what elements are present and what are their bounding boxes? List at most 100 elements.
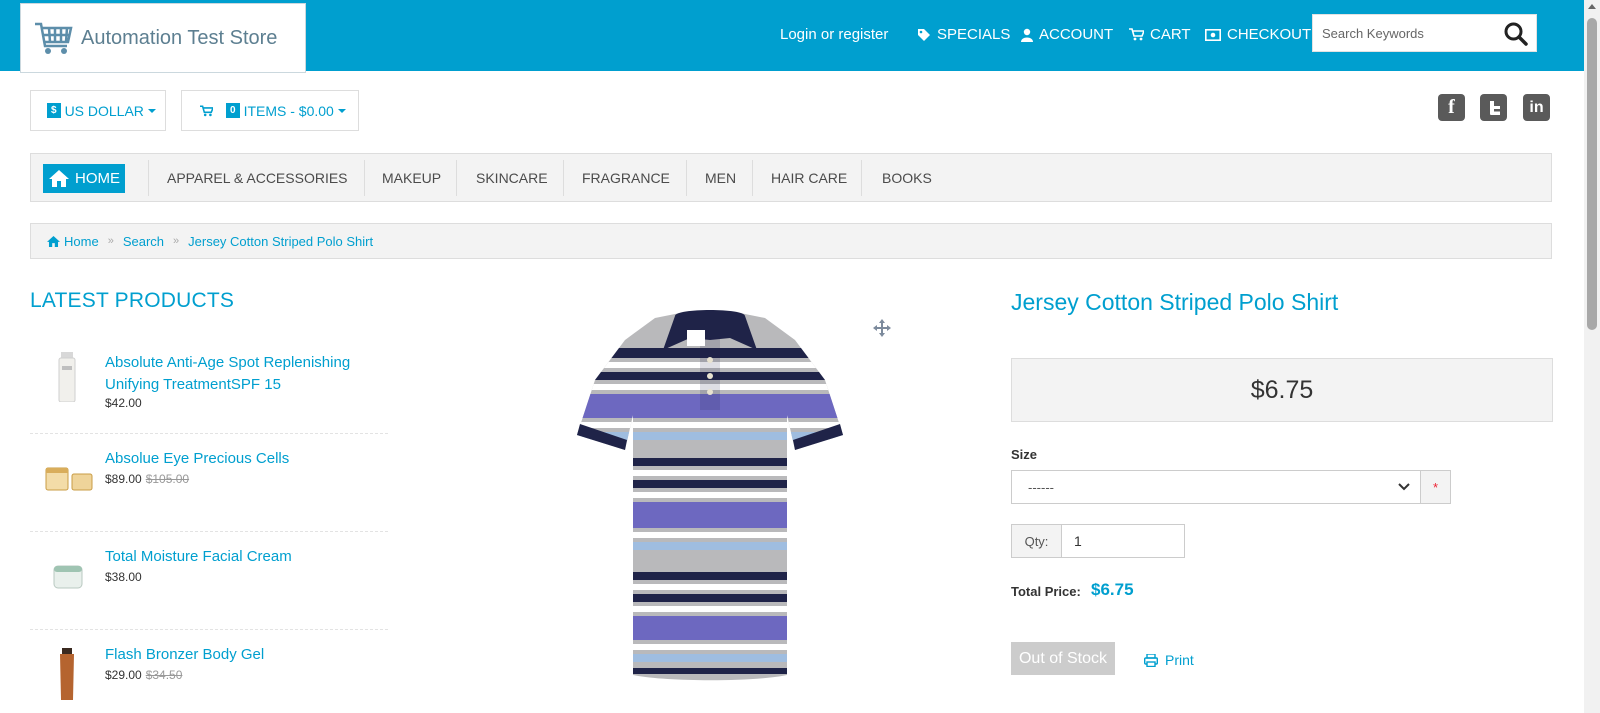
nav-divider xyxy=(563,160,564,196)
breadcrumb-current[interactable]: Jersey Cotton Striped Polo Shirt xyxy=(188,234,373,249)
product-link[interactable]: Absolue Eye Precious Cells xyxy=(105,448,289,470)
nav-divider xyxy=(456,160,457,196)
nav-item-skincare[interactable]: SKINCARE xyxy=(476,160,548,196)
nav-divider xyxy=(686,160,687,196)
cart-logo-icon xyxy=(35,22,73,54)
product-price: $29.00 $34.50 xyxy=(105,668,182,682)
cart-icon xyxy=(200,104,213,116)
move-arrows-icon[interactable] xyxy=(873,319,891,337)
nav-divider xyxy=(148,160,149,196)
scroll-up-arrow-icon[interactable] xyxy=(1588,4,1596,9)
product-thumbnail[interactable] xyxy=(44,464,94,492)
current-price: $38.00 xyxy=(105,570,142,584)
specials-link[interactable]: SPECIALS xyxy=(917,26,1010,43)
twitter-icon[interactable] xyxy=(1480,94,1507,121)
nav-item-books[interactable]: BOOKS xyxy=(882,160,932,196)
product-link[interactable]: Flash Bronzer Body Gel xyxy=(105,644,264,666)
scrollbar-thumb[interactable] xyxy=(1587,18,1597,330)
breadcrumb-home-label: Home xyxy=(64,233,99,249)
mini-cart-label: ITEMS - $0.00 xyxy=(243,102,334,119)
chevron-down-icon xyxy=(1398,483,1410,491)
total-price-label: Total Price: xyxy=(1011,584,1081,599)
nav-item-hair-care[interactable]: HAIR CARE xyxy=(771,160,847,196)
cart-link[interactable]: CART xyxy=(1129,26,1191,43)
product-image[interactable] xyxy=(525,310,895,685)
current-price: $29.00 xyxy=(105,668,142,682)
currency-dropdown[interactable]: $ US DOLLAR xyxy=(30,90,166,131)
product-thumbnail[interactable] xyxy=(56,352,78,402)
breadcrumb-separator-icon: » xyxy=(107,235,114,247)
login-register-label: Login or register xyxy=(780,26,889,43)
specials-label: SPECIALS xyxy=(937,26,1011,43)
chevron-down-icon xyxy=(147,108,156,113)
printer-icon xyxy=(1144,653,1158,667)
store-logo[interactable]: Automation Test Store xyxy=(20,3,306,73)
old-price: $105.00 xyxy=(145,472,190,486)
product-price: $89.00 $105.00 xyxy=(105,472,189,486)
latest-product-item: Total Moisture Facial Cream $38.00 xyxy=(30,532,388,630)
search-input[interactable] xyxy=(1313,15,1498,51)
nav-item-men[interactable]: MEN xyxy=(705,160,736,196)
product-thumbnail[interactable] xyxy=(52,560,84,592)
latest-products-title: LATEST PRODUCTS xyxy=(30,289,235,312)
linkedin-icon[interactable]: in xyxy=(1523,94,1550,121)
product-title: Jersey Cotton Striped Polo Shirt xyxy=(1011,289,1339,315)
breadcrumb-separator-icon: » xyxy=(173,235,180,247)
print-label: Print xyxy=(1165,652,1194,668)
latest-product-item: Absolute Anti-Age Spot Replenishing Unif… xyxy=(30,338,388,434)
user-icon xyxy=(1021,28,1033,42)
mini-cart-dropdown[interactable]: 0 ITEMS - $0.00 xyxy=(181,90,359,131)
latest-product-item: Absolue Eye Precious Cells $89.00 $105.00 xyxy=(30,434,388,532)
account-link[interactable]: ACCOUNT xyxy=(1021,26,1113,43)
tag-icon xyxy=(918,28,930,41)
search-icon[interactable] xyxy=(1503,21,1529,47)
nav-home[interactable]: HOME xyxy=(43,164,125,193)
nav-item-apparel[interactable]: APPAREL & ACCESSORIES xyxy=(167,160,348,196)
size-label: Size xyxy=(1011,447,1038,462)
cart-count-badge: 0 xyxy=(226,103,240,118)
chevron-down-icon xyxy=(337,108,346,113)
currency-symbol-badge: $ xyxy=(47,103,61,118)
login-register-link[interactable]: Login or register xyxy=(780,26,888,43)
home-icon xyxy=(47,235,60,247)
nav-item-fragrance[interactable]: FRAGRANCE xyxy=(582,160,670,196)
account-label: ACCOUNT xyxy=(1039,26,1114,43)
product-thumbnail[interactable] xyxy=(58,648,76,700)
size-select[interactable]: ------ xyxy=(1011,470,1421,504)
product-name-line: Unifying TreatmentSPF 15 xyxy=(105,376,281,393)
product-name-line: Absolute Anti-Age Spot Replenishing xyxy=(105,354,351,371)
nav-home-label: HOME xyxy=(75,170,120,187)
currency-label: US DOLLAR xyxy=(64,102,144,119)
search-box xyxy=(1312,14,1537,52)
qty-input[interactable] xyxy=(1061,524,1185,558)
nav-divider xyxy=(364,160,365,196)
home-icon xyxy=(49,170,69,187)
breadcrumb-search[interactable]: Search xyxy=(123,234,164,249)
product-price: $6.75 xyxy=(1250,375,1314,404)
checkout-label: CHECKOUT xyxy=(1227,26,1312,43)
total-price-value: $6.75 xyxy=(1091,580,1134,599)
cart-label: CART xyxy=(1150,26,1191,43)
print-link[interactable]: Print xyxy=(1144,652,1194,668)
breadcrumb-home[interactable]: Home xyxy=(47,234,99,249)
out-of-stock-button[interactable]: Out of Stock xyxy=(1011,642,1115,675)
product-link[interactable]: Absolute Anti-Age Spot Replenishing Unif… xyxy=(105,352,350,396)
current-price: $89.00 xyxy=(105,472,142,486)
facebook-icon[interactable]: f xyxy=(1438,94,1465,121)
checkout-link[interactable]: CHECKOUT xyxy=(1205,26,1311,43)
cart-icon xyxy=(1129,28,1144,41)
money-icon xyxy=(1205,28,1221,41)
main-navigation: HOME APPAREL & ACCESSORIES MAKEUP SKINCA… xyxy=(30,153,1552,202)
product-price: $38.00 xyxy=(105,570,142,584)
latest-product-item: Flash Bronzer Body Gel $29.00 $34.50 xyxy=(30,630,388,713)
size-selected-value: ------ xyxy=(1028,479,1054,495)
required-indicator: * xyxy=(1421,470,1451,504)
nav-divider xyxy=(861,160,862,196)
nav-item-makeup[interactable]: MAKEUP xyxy=(382,160,441,196)
old-price: $34.50 xyxy=(145,668,183,682)
qty-label: Qty: xyxy=(1011,524,1062,558)
nav-divider xyxy=(752,160,753,196)
product-link[interactable]: Total Moisture Facial Cream xyxy=(105,546,292,568)
top-header-bar: Automation Test Store Login or register … xyxy=(0,0,1584,73)
page-scrollbar[interactable] xyxy=(1584,0,1600,713)
